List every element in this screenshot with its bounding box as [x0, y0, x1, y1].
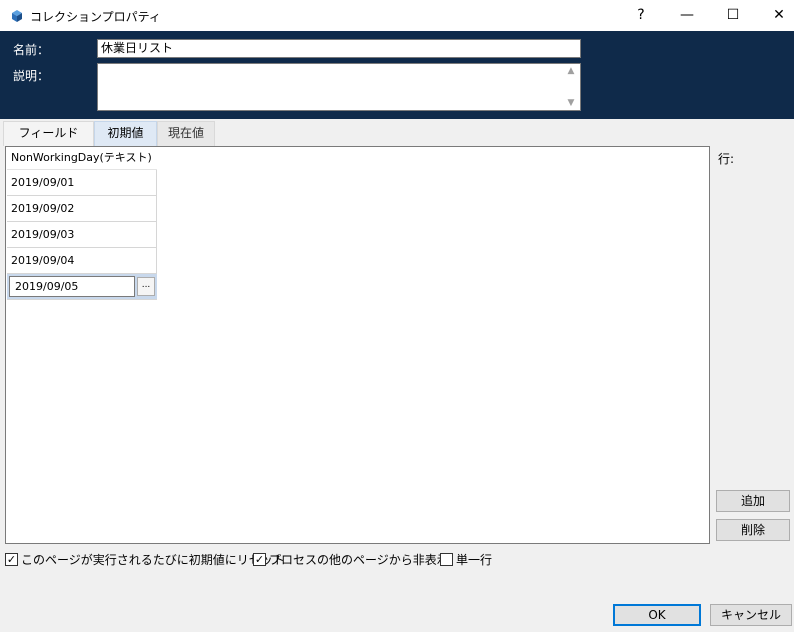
add-button[interactable]: 追加 — [716, 490, 790, 512]
single-row-checkbox[interactable] — [440, 553, 453, 566]
ok-button[interactable]: OK — [613, 604, 701, 626]
delete-button[interactable]: 削除 — [716, 519, 790, 541]
column-header[interactable]: NonWorkingDay(テキスト) — [7, 147, 157, 170]
name-label: 名前： — [13, 43, 50, 57]
table-row[interactable]: 2019/09/04 — [7, 248, 157, 274]
title-bar: コレクションプロパティ ? — ☐ ✕ — [0, 0, 794, 31]
tab-current-values[interactable]: 現在値 — [157, 121, 215, 146]
cancel-button[interactable]: キャンセル — [710, 604, 792, 626]
reset-label: このページが実行されるたびに初期値にリセット — [21, 553, 285, 567]
reset-checkbox[interactable]: ✓ — [5, 553, 18, 566]
properties-header: 名前： 休業日リスト 説明： ▲ ▼ — [0, 31, 794, 119]
hide-checkbox[interactable]: ✓ — [253, 553, 266, 566]
scroll-up-icon[interactable]: ▲ — [566, 66, 576, 76]
description-textarea[interactable] — [97, 63, 581, 111]
window-title: コレクションプロパティ — [30, 10, 161, 24]
close-button[interactable]: ✕ — [756, 0, 794, 31]
tab-initial-values[interactable]: 初期値 — [94, 121, 157, 146]
description-label: 説明： — [13, 69, 50, 83]
ellipsis-button[interactable]: ... — [137, 277, 155, 296]
table-row[interactable]: 2019/09/01 — [7, 170, 157, 196]
table-row[interactable]: 2019/09/02 — [7, 196, 157, 222]
scroll-down-icon[interactable]: ▼ — [566, 98, 576, 108]
row-label: 行: — [718, 152, 735, 166]
editing-row: 2019/09/05 ... — [7, 274, 157, 300]
app-icon — [12, 10, 22, 22]
minimize-button[interactable]: — — [664, 0, 710, 31]
hide-label: プロセスの他のページから非表示 — [269, 553, 449, 567]
description-scrollbar[interactable]: ▲ ▼ — [563, 64, 579, 110]
tab-fields[interactable]: フィールド — [3, 121, 94, 146]
maximize-button[interactable]: ☐ — [710, 0, 756, 31]
table-row[interactable]: 2019/09/03 — [7, 222, 157, 248]
values-grid: NonWorkingDay(テキスト) 2019/09/01 2019/09/0… — [5, 146, 710, 544]
cell-edit-input[interactable]: 2019/09/05 — [9, 276, 135, 297]
help-button[interactable]: ? — [618, 0, 664, 31]
single-row-label: 単一行 — [456, 553, 493, 567]
name-input[interactable]: 休業日リスト — [97, 39, 581, 58]
